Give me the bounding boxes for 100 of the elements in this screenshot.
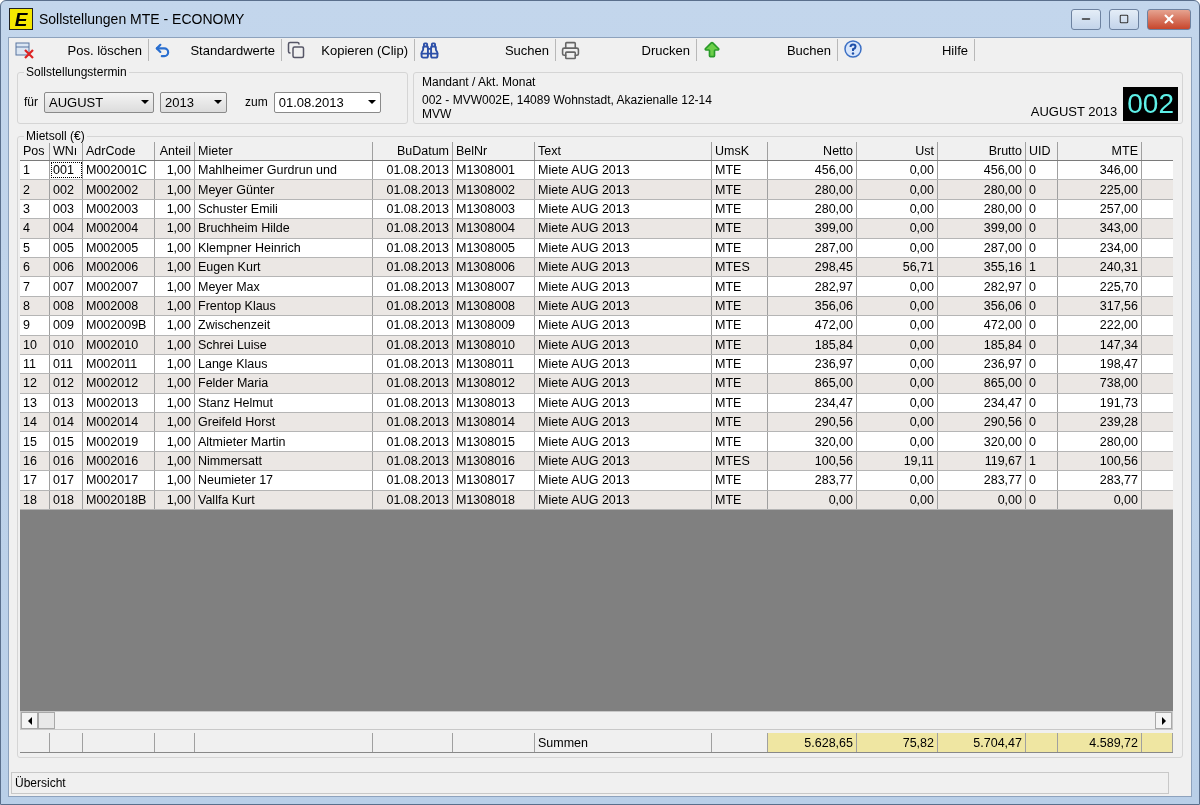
column-header[interactable]: BuDatum xyxy=(373,142,453,160)
horizontal-scrollbar[interactable] xyxy=(20,711,1173,730)
column-header[interactable]: UID xyxy=(1026,142,1058,160)
table-cell: 007 xyxy=(50,277,83,296)
column-header[interactable]: Netto xyxy=(768,142,857,160)
table-cell: MTE xyxy=(712,316,768,335)
table-cell: 016 xyxy=(50,451,83,471)
table-cell: Miete AUG 2013 xyxy=(535,161,712,180)
table-cell: 280,00 xyxy=(1058,432,1142,451)
toolbar-button[interactable]: Buchen xyxy=(702,39,838,61)
table-cell: 1,00 xyxy=(155,471,195,490)
table-cell: Schrei Luise xyxy=(195,335,373,354)
table-cell: 0,00 xyxy=(857,219,938,238)
table-cell: 01.08.2013 xyxy=(373,354,453,374)
toolbar-button[interactable]: Hilfe xyxy=(843,39,975,61)
table-cell: 0,00 xyxy=(857,393,938,413)
table-cell: M1308006 xyxy=(453,257,535,277)
table-cell: MTES xyxy=(712,257,768,277)
table-cell: 1 xyxy=(20,161,50,180)
close-button[interactable] xyxy=(1147,8,1191,30)
table-cell: 0,00 xyxy=(857,296,938,316)
column-header[interactable]: BelNr xyxy=(453,142,535,160)
table-cell: Stanz Helmut xyxy=(195,393,373,413)
table-cell: M1308013 xyxy=(453,393,535,413)
summary-cell: 75,82 xyxy=(857,733,938,752)
table-cell: 355,16 xyxy=(938,257,1026,277)
table-cell: 282,97 xyxy=(768,277,857,296)
column-header[interactable]: Ust xyxy=(857,142,938,160)
column-header[interactable]: MTE xyxy=(1058,142,1142,160)
column-header[interactable]: Anteil xyxy=(155,142,195,160)
table-cell: Mahlheimer Gurdrun und xyxy=(195,161,373,180)
date-picker[interactable]: 01.08.2013 xyxy=(273,91,381,113)
table-cell: 280,00 xyxy=(768,199,857,219)
table-cell: 12 xyxy=(20,374,50,393)
column-header[interactable]: Text xyxy=(535,142,712,160)
table-cell: 1,00 xyxy=(155,413,195,432)
table-cell: 16 xyxy=(20,451,50,471)
panel-title: Mandant / Akt. Monat xyxy=(422,75,537,89)
table-cell: Miete AUG 2013 xyxy=(535,316,712,335)
table-cell: M002001C xyxy=(83,161,155,180)
table-cell: 282,97 xyxy=(938,277,1026,296)
column-header[interactable]: Pos xyxy=(20,142,50,160)
column-header[interactable]: UmsK xyxy=(712,142,768,160)
status-bar: Übersicht xyxy=(11,772,1169,794)
table-cell: 1,00 xyxy=(155,180,195,199)
table-cell: Miete AUG 2013 xyxy=(535,490,712,510)
table-cell: 5 xyxy=(20,238,50,257)
table-cell: 0 xyxy=(1026,432,1058,451)
table-cell: M002005 xyxy=(83,238,155,257)
table-cell: 346,00 xyxy=(1058,161,1142,180)
table-cell: Miete AUG 2013 xyxy=(535,471,712,490)
table-cell: 283,77 xyxy=(938,471,1026,490)
table-cell: 1 xyxy=(1026,257,1058,277)
table-cell: 287,00 xyxy=(938,238,1026,257)
summary-cell: Summen xyxy=(535,733,712,752)
table-cell: 3 xyxy=(20,199,50,219)
table-cell: 280,00 xyxy=(938,180,1026,199)
table-cell: 17 xyxy=(20,471,50,490)
table-cell: 356,06 xyxy=(768,296,857,316)
toolbar-button[interactable]: Pos. löschen xyxy=(15,39,149,61)
table-cell: M002017 xyxy=(83,471,155,490)
table-cell: 0,00 xyxy=(857,238,938,257)
table-cell: 456,00 xyxy=(768,161,857,180)
scroll-thumb[interactable] xyxy=(38,712,55,729)
table-cell: 01.08.2013 xyxy=(373,374,453,393)
table-cell: Zwischenzeit xyxy=(195,316,373,335)
table-cell: 017 xyxy=(50,471,83,490)
toolbar-button[interactable]: Suchen xyxy=(420,39,556,61)
column-header[interactable]: Brutto xyxy=(938,142,1026,160)
maximize-button[interactable] xyxy=(1109,8,1139,30)
table-cell: 198,47 xyxy=(1058,354,1142,374)
table-cell: 01.08.2013 xyxy=(373,180,453,199)
table-cell: 865,00 xyxy=(938,374,1026,393)
table-cell: 234,00 xyxy=(1058,238,1142,257)
table-cell: 234,47 xyxy=(768,393,857,413)
table-cell: M002002 xyxy=(83,180,155,199)
month-dropdown[interactable]: AUGUST xyxy=(44,91,154,113)
column-header[interactable]: Mieter xyxy=(195,142,373,160)
toolbar-button[interactable]: Standardwerte xyxy=(154,39,282,61)
table-cell: 18 xyxy=(20,490,50,510)
table-cell: 0,00 xyxy=(938,490,1026,510)
toolbar-button[interactable]: Drucken xyxy=(561,39,697,61)
table-cell: 005 xyxy=(50,238,83,257)
table-cell: 1 xyxy=(1026,451,1058,471)
column-header[interactable]: AdrCode xyxy=(83,142,155,160)
table-cell: Schuster Emili xyxy=(195,199,373,219)
table-cell: 0 xyxy=(1026,219,1058,238)
year-dropdown[interactable]: 2013 xyxy=(160,91,227,113)
toolbar-button[interactable]: Kopieren (Clip) xyxy=(287,39,415,61)
table-cell: Miete AUG 2013 xyxy=(535,354,712,374)
table-cell: 0,00 xyxy=(857,316,938,335)
table-cell: 0,00 xyxy=(857,161,938,180)
table-cell: 100,56 xyxy=(1058,451,1142,471)
column-header[interactable]: WNı xyxy=(50,142,83,160)
table-cell: 15 xyxy=(20,432,50,451)
table-cell: 0 xyxy=(1026,316,1058,335)
table-cell: Miete AUG 2013 xyxy=(535,413,712,432)
table-cell: 7 xyxy=(20,277,50,296)
table-cell: 01.08.2013 xyxy=(373,335,453,354)
minimize-button[interactable] xyxy=(1071,8,1101,30)
